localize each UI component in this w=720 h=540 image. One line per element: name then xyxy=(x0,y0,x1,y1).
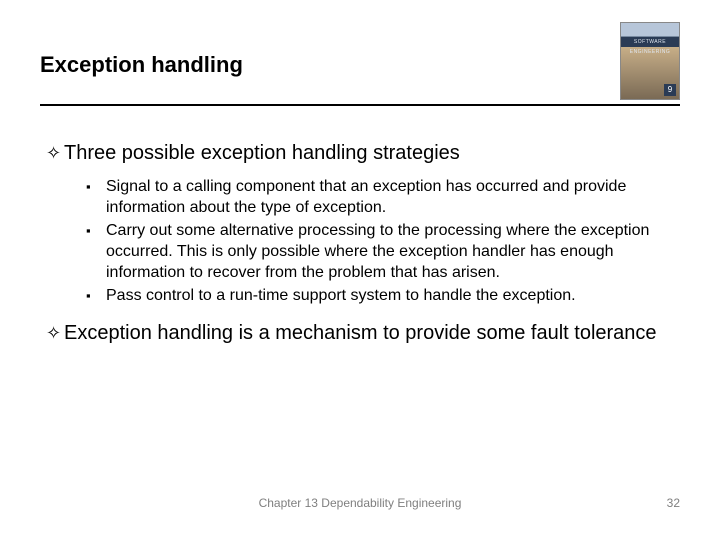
book-cover-title: SOFTWARE ENGINEERING xyxy=(621,37,679,47)
slide-header: Exception handling xyxy=(40,52,680,78)
bullet-level1: ✧ Three possible exception handling stra… xyxy=(46,140,674,166)
sub-bullets: ▪ Signal to a calling component that an … xyxy=(86,176,674,306)
bullet-text: Carry out some alternative processing to… xyxy=(106,220,674,283)
diamond-bullet-icon: ✧ xyxy=(46,320,64,346)
bullet-level2: ▪ Signal to a calling component that an … xyxy=(86,176,674,218)
square-bullet-icon: ▪ xyxy=(86,285,106,306)
book-edition-badge: 9 xyxy=(664,84,676,96)
slide: SOFTWARE ENGINEERING 9 Exception handlin… xyxy=(0,0,720,540)
square-bullet-icon: ▪ xyxy=(86,176,106,197)
header-divider xyxy=(40,104,680,106)
bullet-text: Exception handling is a mechanism to pro… xyxy=(64,320,657,346)
bullet-level2: ▪ Carry out some alternative processing … xyxy=(86,220,674,283)
diamond-bullet-icon: ✧ xyxy=(46,140,64,166)
footer-page-number: 32 xyxy=(667,496,680,510)
slide-body: ✧ Three possible exception handling stra… xyxy=(46,140,674,356)
bullet-level1: ✧ Exception handling is a mechanism to p… xyxy=(46,320,674,346)
footer-chapter: Chapter 13 Dependability Engineering xyxy=(0,496,720,510)
slide-title: Exception handling xyxy=(40,52,680,78)
bullet-level2: ▪ Pass control to a run-time support sys… xyxy=(86,285,674,306)
square-bullet-icon: ▪ xyxy=(86,220,106,241)
bullet-text: Three possible exception handling strate… xyxy=(64,140,460,166)
bullet-text: Pass control to a run-time support syste… xyxy=(106,285,580,306)
bullet-text: Signal to a calling component that an ex… xyxy=(106,176,674,218)
